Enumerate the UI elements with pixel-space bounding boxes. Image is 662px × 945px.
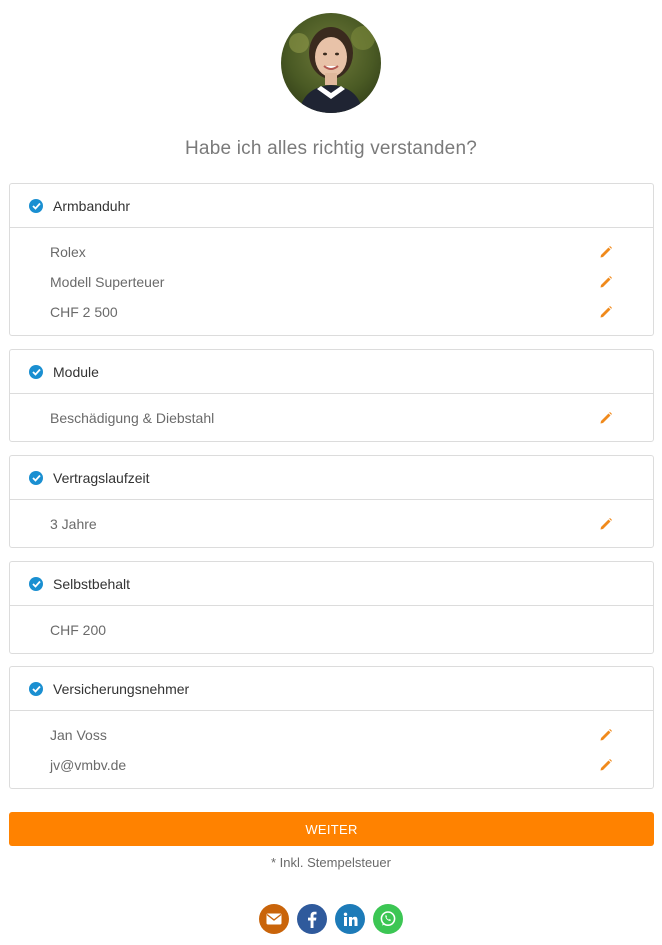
email-icon[interactable] [259, 904, 289, 934]
card-title: Vertragslaufzeit [53, 469, 150, 486]
summary-row: Beschädigung & Diebstahl [10, 403, 653, 433]
row-value: Jan Voss [50, 727, 107, 743]
summary-row: 3 Jahre [10, 509, 653, 539]
summary-card-vertragslaufzeit: Vertragslaufzeit 3 Jahre [9, 455, 654, 548]
summary-row: Modell Superteuer [10, 267, 653, 297]
card-header: Versicherungsnehmer [10, 667, 653, 711]
card-title: Selbstbehalt [53, 575, 131, 592]
linkedin-icon[interactable] [335, 904, 365, 934]
card-header: Module [10, 350, 653, 394]
summary-card-selbstbehalt: Selbstbehalt CHF 200 [9, 561, 654, 654]
summary-card-module: Module Beschädigung & Diebstahl [9, 349, 654, 442]
whatsapp-icon[interactable] [373, 904, 403, 934]
summary-row: CHF 2 500 [10, 297, 653, 327]
footnote: * Inkl. Stempelsteuer [271, 855, 391, 870]
pencil-icon[interactable] [599, 275, 613, 289]
row-value: Modell Superteuer [50, 274, 165, 290]
card-header: Selbstbehalt [10, 562, 653, 606]
card-header: Vertragslaufzeit [10, 456, 653, 500]
summary-card-armbanduhr: Armbanduhr Rolex Modell Superteuer CHF 2… [9, 183, 654, 336]
check-icon [29, 364, 43, 379]
card-title: Armbanduhr [53, 197, 131, 214]
row-value: 3 Jahre [50, 516, 97, 532]
row-value: jv@vmbv.de [50, 757, 127, 773]
continue-button[interactable]: WEITER [9, 812, 654, 846]
summary-row: CHF 200 [10, 615, 653, 645]
share-bar [259, 904, 403, 934]
pencil-icon[interactable] [599, 245, 613, 259]
facebook-icon[interactable] [297, 904, 327, 934]
summary-row: Jan Voss [10, 720, 653, 750]
row-value: CHF 2 500 [50, 304, 118, 320]
row-value: Beschädigung & Diebstahl [50, 410, 215, 426]
avatar [281, 13, 381, 113]
pencil-icon[interactable] [599, 411, 613, 425]
page-title: Habe ich alles richtig verstanden? [185, 138, 477, 159]
advisor-photo [281, 13, 381, 113]
card-header: Armbanduhr [10, 184, 653, 228]
check-icon [29, 470, 43, 485]
pencil-icon[interactable] [599, 728, 613, 742]
row-value: Rolex [50, 244, 86, 260]
card-title: Module [53, 363, 99, 380]
check-icon [29, 198, 43, 213]
summary-row: Rolex [10, 237, 653, 267]
pencil-icon[interactable] [599, 517, 613, 531]
check-icon [29, 681, 43, 696]
summary-row: jv@vmbv.de [10, 750, 653, 780]
check-icon [29, 576, 43, 591]
row-value: CHF 200 [50, 622, 107, 638]
pencil-icon[interactable] [599, 758, 613, 772]
pencil-icon[interactable] [599, 305, 613, 319]
summary-card-versicherungsnehmer: Versicherungsnehmer Jan Voss jv@vmbv.de [9, 666, 654, 789]
card-title: Versicherungsnehmer [53, 680, 190, 697]
